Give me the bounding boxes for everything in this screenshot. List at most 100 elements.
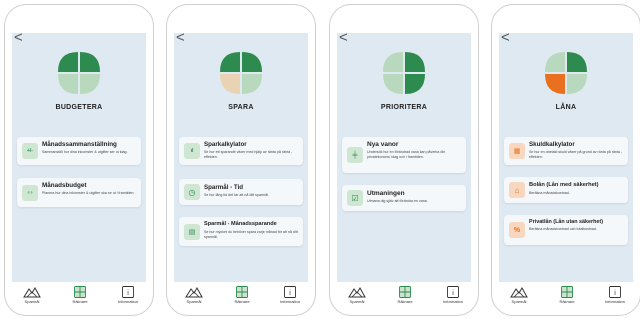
card-description: Se hur ett sparande växer med hjälp av r…: [204, 150, 293, 160]
tab-label: Sparmål: [349, 299, 365, 304]
tab-label: Räknare: [559, 299, 575, 304]
clock-icon: ◷: [184, 184, 200, 200]
card-sparmal-manadssparande[interactable]: ▤ Sparmål - Månadssparande Se hur mycket…: [179, 217, 303, 246]
tab-sparmal[interactable]: Sparmål: [499, 286, 539, 304]
mountain-icon: [23, 287, 41, 298]
card-privatlan[interactable]: % Privatlån (Lån utan säkerhet) Beräkna …: [504, 215, 628, 245]
page-title: LÅNA: [555, 104, 577, 111]
phone-budgetera: < BUDGETERA +/- Månadssammanställning Sa…: [4, 4, 154, 316]
svg-text:i: i: [289, 290, 291, 297]
tab-raknare[interactable]: Räknare: [385, 286, 425, 304]
card-description: Planera hur dina inkomster & utgifter sk…: [42, 191, 135, 195]
calendar-arrows-icon: ‹·›: [22, 184, 38, 201]
tab-label: Sparmål: [186, 299, 202, 304]
mountain-icon: [185, 287, 203, 298]
calculator-grid-icon: [236, 286, 248, 298]
percent-icon: %: [509, 222, 525, 238]
tab-bar: Sparmål Räknare i Information: [337, 286, 471, 310]
card-skuldkalkylator[interactable]: ▦ Skuldkalkylator Se hur en obetald skul…: [504, 137, 628, 165]
back-button[interactable]: <: [339, 30, 348, 45]
card-manadsbudget[interactable]: ‹·› Månadsbudget Planera hur dina inkoms…: [17, 178, 141, 207]
card-title: Nya vanor: [367, 141, 399, 148]
tab-raknare[interactable]: Räknare: [222, 286, 262, 304]
calculator-grid-icon: [74, 286, 86, 298]
tab-information[interactable]: i Information: [595, 286, 635, 304]
tab-label: Räknare: [397, 299, 413, 304]
clover-logo-icon: [58, 52, 100, 94]
tab-information[interactable]: i Information: [108, 286, 148, 304]
card-utmaningen[interactable]: ☑ Utmaningen Utmana dig själv att föränd…: [342, 185, 466, 211]
tab-information[interactable]: i Information: [270, 286, 310, 304]
tab-bar: Sparmål Räknare i Information: [174, 286, 308, 310]
back-button[interactable]: <: [501, 30, 510, 45]
clover-logo-icon: [545, 52, 587, 94]
calculator-grid-icon: [399, 286, 411, 298]
card-description: Se hur mycket du behöver spara varje mån…: [204, 230, 298, 240]
tab-sparmal[interactable]: Sparmål: [337, 286, 377, 304]
tab-raknare[interactable]: Räknare: [60, 286, 100, 304]
tab-raknare[interactable]: Räknare: [547, 286, 587, 304]
card-bolan[interactable]: ⌂ Bolån (Lån med säkerhet) Beräkna månad…: [504, 177, 628, 203]
card-manadssammanstallning[interactable]: +/- Månadssammanställning Sammanställ hu…: [17, 137, 141, 165]
screen: < BUDGETERA +/- Månadssammanställning Sa…: [12, 30, 146, 282]
bar-chart-icon: ıl: [184, 143, 200, 159]
tab-label: Räknare: [234, 299, 250, 304]
card-description: Undersök hur en förändrad vana kan påver…: [367, 150, 446, 160]
phone-lana: < LÅNA ▦ Skuldkalkylator Se hur en obeta…: [491, 4, 640, 316]
clover-logo-icon: [220, 52, 262, 94]
back-button[interactable]: <: [176, 30, 185, 45]
calculator-icon: ▦: [509, 143, 525, 159]
tab-sparmal[interactable]: Sparmål: [12, 286, 52, 304]
info-icon: i: [447, 286, 459, 298]
phone-spara: < SPARA ıl Sparkalkylator Se hur ett spa…: [166, 4, 316, 316]
card-title: Utmaningen: [367, 190, 405, 197]
mountain-icon: [510, 287, 528, 298]
page-title: SPARA: [228, 104, 254, 111]
tab-information[interactable]: i Information: [433, 286, 473, 304]
card-sparmal-tid[interactable]: ◷ Sparmål - Tid Se hur lång tid det tar …: [179, 179, 303, 205]
card-title: Bolån (Lån med säkerhet): [529, 182, 599, 188]
svg-text:i: i: [614, 290, 616, 297]
tab-label: Sparmål: [24, 299, 40, 304]
info-icon: i: [122, 286, 134, 298]
card-description: Se hur en obetald skuld växer på grund a…: [529, 150, 623, 160]
phone-prioritera: < PRIORITERA ╪ Nya vanor Undersök hur en…: [329, 4, 479, 316]
screen: < PRIORITERA ╪ Nya vanor Undersök hur en…: [337, 30, 471, 282]
card-title: Sparmål - Månadssparande: [204, 221, 277, 227]
card-description: Beräkna månadskostnad och totalkostnad.: [529, 227, 597, 231]
card-description: Sammanställ hur dina inkomster & utgifte…: [42, 150, 128, 154]
tab-label: Räknare: [72, 299, 88, 304]
page-title: BUDGETERA: [55, 104, 103, 111]
screen: < LÅNA ▦ Skuldkalkylator Se hur en obeta…: [499, 30, 633, 282]
card-title: Skuldkalkylator: [529, 141, 575, 148]
calculator-grid-icon: [561, 286, 573, 298]
card-description: Beräkna månadskostnad.: [529, 191, 570, 195]
svg-text:i: i: [452, 290, 454, 297]
house-icon: ⌂: [509, 182, 525, 198]
info-icon: i: [609, 286, 621, 298]
calendar-check-icon: ▤: [184, 223, 200, 240]
card-description: Se hur lång tid det tar att nå ditt spar…: [204, 193, 269, 197]
card-title: Månadssammanställning: [42, 141, 117, 148]
checkbox-icon: ☑: [347, 190, 363, 206]
card-title: Sparkalkylator: [204, 141, 247, 148]
card-description: Utmana dig själv att förändra en vana.: [367, 199, 428, 203]
signpost-icon: ╪: [347, 147, 363, 163]
tab-label: Information: [117, 299, 138, 304]
plus-minus-icon: +/-: [22, 143, 38, 159]
svg-text:i: i: [127, 290, 129, 297]
clover-logo-icon: [383, 52, 425, 94]
card-title: Sparmål - Tid: [204, 184, 244, 191]
tab-label: Information: [442, 299, 463, 304]
card-sparkalkylator[interactable]: ıl Sparkalkylator Se hur ett sparande vä…: [179, 137, 303, 165]
tab-label: Sparmål: [511, 299, 527, 304]
card-nya-vanor[interactable]: ╪ Nya vanor Undersök hur en förändrad va…: [342, 137, 466, 173]
info-icon: i: [284, 286, 296, 298]
card-title: Privatlån (Lån utan säkerhet): [529, 219, 603, 225]
back-button[interactable]: <: [14, 30, 23, 45]
tab-sparmal[interactable]: Sparmål: [174, 286, 214, 304]
page-title: PRIORITERA: [380, 104, 428, 111]
tab-bar: Sparmål Räknare i Information: [499, 286, 633, 310]
card-title: Månadsbudget: [42, 182, 87, 189]
tab-bar: Sparmål Räknare i Information: [12, 286, 146, 310]
